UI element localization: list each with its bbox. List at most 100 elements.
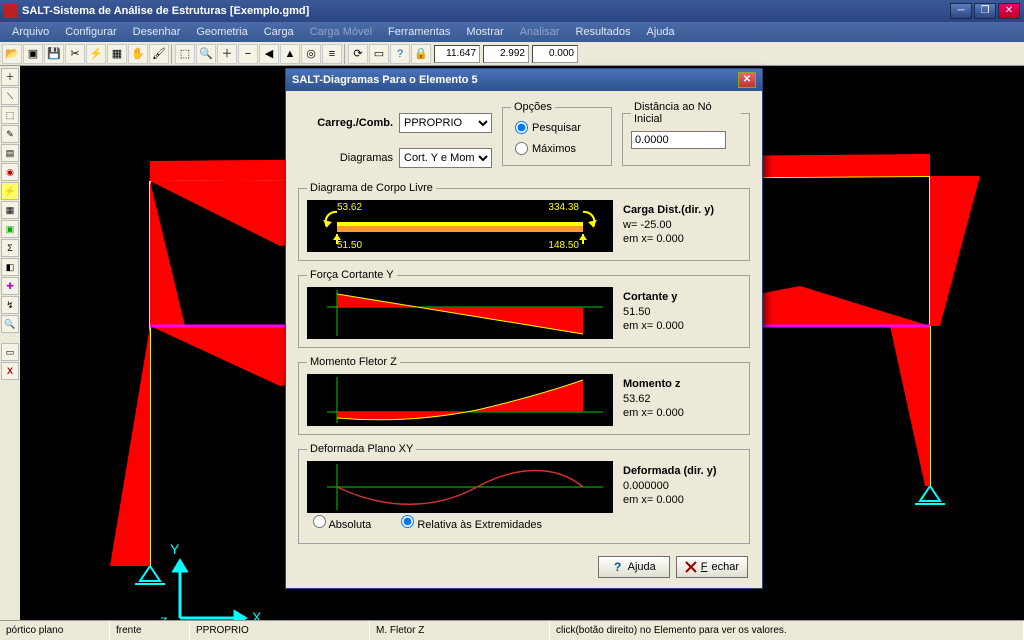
status-diagram: M. Fletor Z xyxy=(370,621,550,640)
cut-icon[interactable]: ✂ xyxy=(65,44,85,64)
lines-icon[interactable]: ≡ xyxy=(322,44,342,64)
moment-plot xyxy=(307,374,613,426)
menu-carga-movel[interactable]: Carga Móvel xyxy=(302,26,380,38)
fb-vright: 148.50 xyxy=(548,240,579,251)
open-icon[interactable]: 📂 xyxy=(2,44,22,64)
menu-ferramentas[interactable]: Ferramentas xyxy=(380,26,458,38)
legend-deformada: Deformada Plano XY xyxy=(307,443,416,455)
window-title: SALT-Sistema de Análise de Estruturas [E… xyxy=(22,5,948,17)
free-body-plot: 53.62 334.38 51.50 148.50 xyxy=(307,200,613,252)
menu-ajuda[interactable]: Ajuda xyxy=(638,26,682,38)
status-model-type: pórtico plano xyxy=(0,621,110,640)
momento-stats: Momento z 53.62 em x= 0.000 xyxy=(623,374,741,426)
ajuda-button[interactable]: ? Ajuda xyxy=(598,556,670,578)
app-icon xyxy=(4,4,18,18)
hand-icon[interactable]: ✋ xyxy=(128,44,148,64)
menu-configurar[interactable]: Configurar xyxy=(57,26,124,38)
fb-vleft: 51.50 xyxy=(337,240,362,251)
menu-analisar[interactable]: Analisar xyxy=(512,26,568,38)
save-icon[interactable]: 💾 xyxy=(44,44,64,64)
dialog-title: SALT-Diagramas Para o Elemento 5 xyxy=(292,74,478,86)
status-load: PPROPRIO xyxy=(190,621,370,640)
momento-fieldset: Momento Fletor Z Momento z 53.62 em x= 0… xyxy=(298,356,750,435)
dialog-close-icon[interactable]: ✕ xyxy=(738,72,756,88)
vtool-icon[interactable]: ▭ xyxy=(1,343,19,361)
vtool-icon[interactable]: ◧ xyxy=(1,258,19,276)
grid-icon[interactable]: ▦ xyxy=(107,44,127,64)
zoom-in-icon[interactable]: ＋ xyxy=(217,44,237,64)
minimize-button[interactable]: ─ xyxy=(950,3,972,19)
vtool-icon[interactable]: ＋ xyxy=(1,68,19,86)
menu-arquivo[interactable]: Arquivo xyxy=(4,26,57,38)
status-hint: click(botão direito) no Elemento para ve… xyxy=(550,621,1024,640)
distancia-fieldset: Distância ao Nó Inicial xyxy=(622,101,750,166)
opcoes-fieldset: Opções Pesquisar Máximos xyxy=(502,101,612,166)
tool-icon[interactable]: ▣ xyxy=(23,44,43,64)
fechar-label: F xyxy=(701,561,708,573)
distancia-input[interactable] xyxy=(631,131,726,149)
title-bar: SALT-Sistema de Análise de Estruturas [E… xyxy=(0,0,1024,22)
legend-opcoes: Opções xyxy=(511,101,555,113)
refresh-icon[interactable]: ⟳ xyxy=(348,44,368,64)
vtool-icon[interactable]: ↯ xyxy=(1,296,19,314)
fb-mright: 334.38 xyxy=(548,202,579,213)
axis-x-label: X xyxy=(252,609,262,620)
menu-resultados[interactable]: Resultados xyxy=(567,26,638,38)
deflection-plot xyxy=(307,461,613,513)
shear-plot xyxy=(307,287,613,339)
coord-y-field: 2.992 xyxy=(483,45,529,63)
label-diagramas: Diagramas xyxy=(298,152,393,164)
vtool-icon[interactable]: ⟍ xyxy=(1,87,19,105)
diagramas-select[interactable]: Cort. Y e Mom. Z xyxy=(399,148,492,168)
carreg-select[interactable]: PPROPRIO xyxy=(399,113,492,133)
menu-mostrar[interactable]: Mostrar xyxy=(458,26,511,38)
status-bar: pórtico plano frente PPROPRIO M. Fletor … xyxy=(0,620,1024,640)
fechar-button[interactable]: Fechar xyxy=(676,556,748,578)
zoom-out-icon[interactable]: − xyxy=(238,44,258,64)
paint-icon[interactable]: 🖌 xyxy=(149,44,169,64)
vtool-icon[interactable]: 🔍 xyxy=(1,315,19,333)
help-icon[interactable]: ? xyxy=(390,44,410,64)
menu-geometria[interactable]: Geometria xyxy=(188,26,255,38)
vtool-icon[interactable]: ▦ xyxy=(1,201,19,219)
vtool-icon[interactable]: ▣ xyxy=(1,220,19,238)
cortante-stats: Cortante y 51.50 em x= 0.000 xyxy=(623,287,741,339)
diagrams-dialog: SALT-Diagramas Para o Elemento 5 ✕ Carre… xyxy=(285,68,763,589)
combo-panel: Carreg./Comb. PPROPRIO Diagramas Cort. Y… xyxy=(298,101,492,174)
legend-cortante: Força Cortante Y xyxy=(307,269,397,281)
run-icon[interactable]: ⚡ xyxy=(86,44,106,64)
zoom-icon[interactable]: 🔍 xyxy=(196,44,216,64)
label-carreg: Carreg./Comb. xyxy=(298,117,393,129)
vtool-icon[interactable]: ✚ xyxy=(1,277,19,295)
deformada-fieldset: Deformada Plano XY Deformada (dir. y) 0.… xyxy=(298,443,750,544)
menu-desenhar[interactable]: Desenhar xyxy=(125,26,189,38)
lock-icon[interactable]: 🔒 xyxy=(411,44,431,64)
vtool-icon[interactable]: Σ xyxy=(1,239,19,257)
close-button[interactable]: ✕ xyxy=(998,3,1020,19)
menu-carga[interactable]: Carga xyxy=(256,26,302,38)
cortante-fieldset: Força Cortante Y Cortante y 51.50 em x= … xyxy=(298,269,750,348)
target-icon[interactable]: ◎ xyxy=(301,44,321,64)
radio-absoluta[interactable]: Absoluta xyxy=(313,515,371,531)
fb-mleft: 53.62 xyxy=(337,202,362,213)
radio-maximos[interactable]: Máximos xyxy=(515,142,599,155)
radio-pesquisar[interactable]: Pesquisar xyxy=(515,121,599,134)
coord-x-field: 11.647 xyxy=(434,45,480,63)
vtool-icon[interactable]: X xyxy=(1,362,19,380)
separator-icon xyxy=(171,44,173,64)
vtool-icon[interactable]: ◉ xyxy=(1,163,19,181)
pan-up-icon[interactable]: ▲ xyxy=(280,44,300,64)
dialog-titlebar[interactable]: SALT-Diagramas Para o Elemento 5 ✕ xyxy=(286,69,762,91)
doc-icon[interactable]: ▭ xyxy=(369,44,389,64)
pan-left-icon[interactable]: ◀ xyxy=(259,44,279,64)
zoom-window-icon[interactable]: ⬚ xyxy=(175,44,195,64)
legend-momento: Momento Fletor Z xyxy=(307,356,400,368)
legend-corpo-livre: Diagrama de Corpo Livre xyxy=(307,182,436,194)
vtool-icon[interactable]: ⚡ xyxy=(1,182,19,200)
vtool-icon[interactable]: ⬚ xyxy=(1,106,19,124)
radio-relativa[interactable]: Relativa às Extremidades xyxy=(401,515,542,531)
vertical-toolbar: ＋ ⟍ ⬚ ✎ ▤ ◉ ⚡ ▦ ▣ Σ ◧ ✚ ↯ 🔍 ▭ X xyxy=(0,66,20,620)
maximize-button[interactable]: ❐ xyxy=(974,3,996,19)
vtool-icon[interactable]: ▤ xyxy=(1,144,19,162)
vtool-icon[interactable]: ✎ xyxy=(1,125,19,143)
